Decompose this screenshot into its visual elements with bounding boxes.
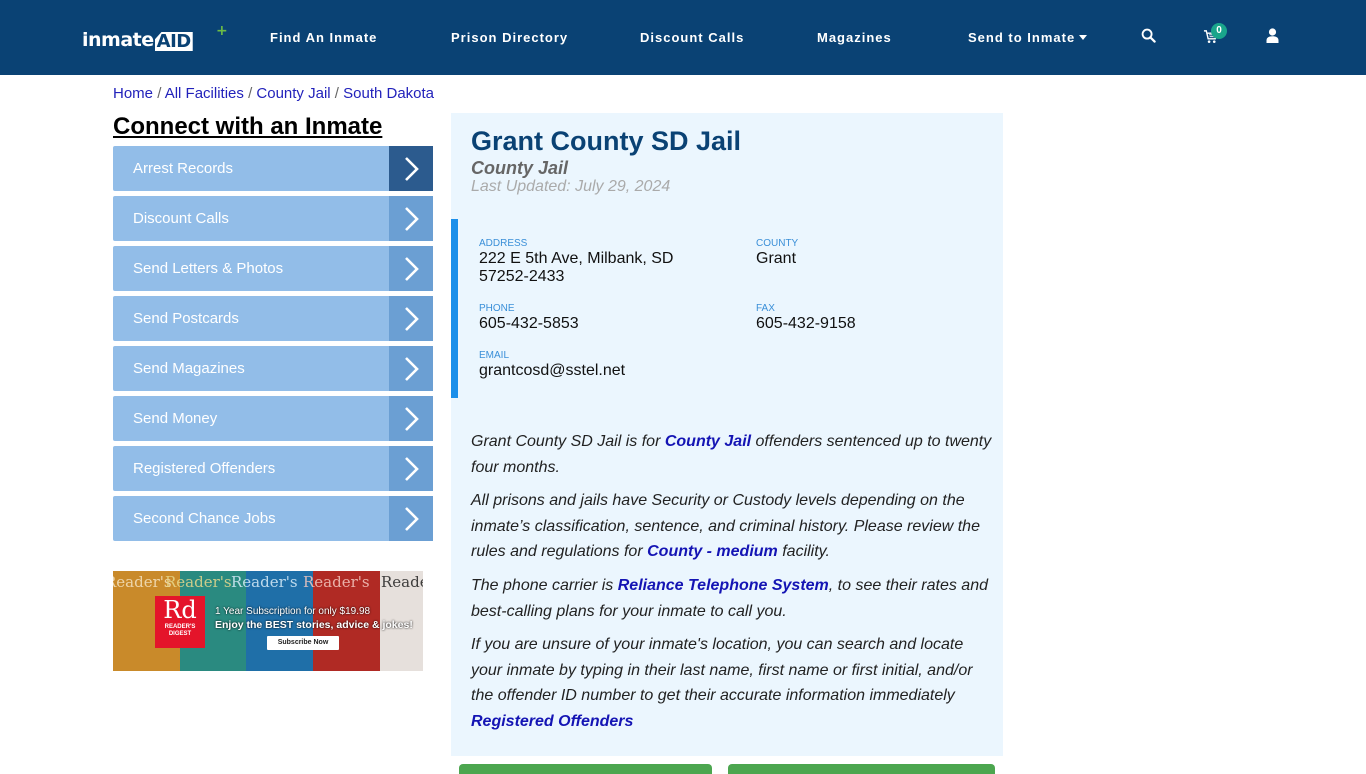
chevron-right-icon xyxy=(389,346,433,391)
logo-plus-icon: + xyxy=(216,23,228,39)
nav-prison-directory[interactable]: Prison Directory xyxy=(451,30,568,45)
address-field: ADDRESS 222 E 5th Ave, Milbank, SD 57252… xyxy=(479,238,719,286)
ad-cover-title: Reader's xyxy=(165,573,232,591)
readers-digest-ad-banner[interactable]: Reader's Reader's Reader's Reader's Read… xyxy=(113,571,423,671)
facility-description: Grant County SD Jail is for County Jail … xyxy=(471,429,996,743)
phone-carrier-link[interactable]: Reliance Telephone System xyxy=(618,577,829,594)
breadcrumb-home[interactable]: Home xyxy=(113,85,153,102)
nav-magazines[interactable]: Magazines xyxy=(817,30,892,45)
user-account-button[interactable] xyxy=(1266,28,1279,48)
sidebar-item-send-money[interactable]: Send Money xyxy=(113,396,433,441)
ad-offer-text: 1 Year Subscription for only $19.98 xyxy=(215,606,371,617)
breadcrumb-separator: / xyxy=(334,85,344,102)
caret-down-icon xyxy=(1079,35,1088,40)
subscribe-now-button[interactable]: Subscribe Now xyxy=(267,636,339,650)
breadcrumb-separator: / xyxy=(157,85,165,102)
nav-send-to-inmate-label: Send to Inmate xyxy=(968,30,1076,45)
sidebar-item-label: Arrest Records xyxy=(133,160,234,177)
county-jail-link[interactable]: County Jail xyxy=(665,433,751,450)
sidebar-item-arrest-records[interactable]: Arrest Records xyxy=(113,146,433,191)
sidebar-item-label: Discount Calls xyxy=(133,210,229,227)
chevron-right-icon xyxy=(389,446,433,491)
chevron-right-icon xyxy=(389,246,433,291)
address-line1: 222 E 5th Ave, Milbank, SD xyxy=(479,250,674,267)
county-label: COUNTY xyxy=(756,238,799,249)
breadcrumb-south-dakota[interactable]: South Dakota xyxy=(343,85,434,102)
chevron-right-icon xyxy=(389,496,433,541)
sidebar-item-registered-offenders[interactable]: Registered Offenders xyxy=(113,446,433,491)
phone-value[interactable]: 605-432-5853 xyxy=(479,315,579,333)
email-value[interactable]: grantcosd@sstel.net xyxy=(479,362,625,380)
description-paragraph: Grant County SD Jail is for County Jail … xyxy=(471,429,996,480)
green-action-button-left[interactable] xyxy=(459,764,712,774)
facility-panel: Grant County SD Jail County Jail Last Up… xyxy=(451,113,1003,756)
readers-digest-logo: Rd READER'S DIGEST xyxy=(155,596,205,648)
fax-label: FAX xyxy=(756,303,775,314)
ad-cover-title: Reader's xyxy=(231,573,298,591)
cart-count-badge: 0 xyxy=(1211,23,1227,39)
facility-type: County Jail xyxy=(471,158,569,178)
description-paragraph: The phone carrier is Reliance Telephone … xyxy=(471,573,996,624)
chevron-right-icon xyxy=(389,296,433,341)
description-paragraph: All prisons and jails have Security or C… xyxy=(471,488,996,565)
sidebar-menu: Arrest Records Discount Calls Send Lette… xyxy=(113,146,433,546)
phone-label: PHONE xyxy=(479,303,515,314)
sidebar-item-label: Send Letters & Photos xyxy=(133,260,284,277)
rd-logo-sub2: DIGEST xyxy=(168,631,192,637)
fax-field: FAX 605-432-9158 xyxy=(756,303,856,333)
logo-text-aid: AID xyxy=(154,31,193,52)
user-icon xyxy=(1266,28,1279,43)
email-label: EMAIL xyxy=(479,350,510,361)
description-paragraph: If you are unsure of your inmate's locat… xyxy=(471,632,996,734)
green-action-button-right[interactable] xyxy=(728,764,995,774)
description-text: The phone carrier is xyxy=(471,576,618,594)
top-navbar: inmate AID + Find An Inmate Prison Direc… xyxy=(0,0,1366,75)
nav-discount-calls[interactable]: Discount Calls xyxy=(640,30,744,45)
inmateaid-logo[interactable]: inmate AID + xyxy=(82,23,228,52)
sidebar-item-label: Second Chance Jobs xyxy=(133,510,276,527)
email-field: EMAIL grantcosd@sstel.net xyxy=(479,350,625,380)
rd-logo-sub1: READER'S xyxy=(164,624,196,630)
last-updated: Last Updated: July 29, 2024 xyxy=(471,178,671,195)
breadcrumb-county-jail[interactable]: County Jail xyxy=(256,85,330,102)
breadcrumb-all-facilities[interactable]: All Facilities xyxy=(165,85,244,102)
fax-value: 605-432-9158 xyxy=(756,315,856,332)
phone-field: PHONE 605-432-5853 xyxy=(479,303,579,333)
description-text: facility. xyxy=(777,543,830,561)
description-text: If you are unsure of your inmate's locat… xyxy=(471,636,973,705)
breadcrumb: Home / All Facilities / County Jail / So… xyxy=(113,85,434,102)
registered-offenders-link[interactable]: Registered Offenders xyxy=(471,713,633,730)
sidebar-item-discount-calls[interactable]: Discount Calls xyxy=(113,196,433,241)
rd-logo-text: Rd xyxy=(163,596,197,624)
ad-cover-title: Reader's xyxy=(381,573,423,591)
chevron-right-icon xyxy=(389,196,433,241)
facility-contact-info: ADDRESS 222 E 5th Ave, Milbank, SD 57252… xyxy=(451,219,1003,398)
address-line2: 57252-2433 xyxy=(479,268,565,285)
sidebar-item-send-letters-photos[interactable]: Send Letters & Photos xyxy=(113,246,433,291)
sidebar-item-label: Registered Offenders xyxy=(133,460,276,477)
facility-title: Grant County SD Jail xyxy=(471,126,742,156)
sidebar-item-label: Send Magazines xyxy=(133,360,245,377)
connect-with-inmate-heading: Connect with an Inmate xyxy=(113,113,383,140)
address-label: ADDRESS xyxy=(479,238,528,249)
sidebar-item-label: Send Postcards xyxy=(133,310,239,327)
nav-find-an-inmate[interactable]: Find An Inmate xyxy=(270,30,377,45)
nav-send-to-inmate[interactable]: Send to Inmate xyxy=(968,30,1088,45)
county-value: Grant xyxy=(756,250,797,267)
county-medium-link[interactable]: County - medium xyxy=(647,543,778,560)
sidebar-item-send-magazines[interactable]: Send Magazines xyxy=(113,346,433,391)
sidebar-item-second-chance-jobs[interactable]: Second Chance Jobs xyxy=(113,496,433,541)
county-field: COUNTY Grant xyxy=(756,238,798,268)
ad-cover-title: Reader's xyxy=(303,573,370,591)
chevron-right-icon xyxy=(389,396,433,441)
chevron-right-icon xyxy=(389,146,433,191)
sidebar-item-send-postcards[interactable]: Send Postcards xyxy=(113,296,433,341)
logo-text-inmate: inmate xyxy=(82,29,154,51)
sidebar-item-label: Send Money xyxy=(133,410,218,427)
ad-tagline: Enjoy the BEST stories, advice & jokes! xyxy=(215,619,413,631)
search-icon xyxy=(1141,28,1156,43)
description-text: Grant County SD Jail is for xyxy=(471,433,665,450)
search-button[interactable] xyxy=(1141,28,1156,48)
ad-cover-title: Reader's xyxy=(113,573,172,591)
